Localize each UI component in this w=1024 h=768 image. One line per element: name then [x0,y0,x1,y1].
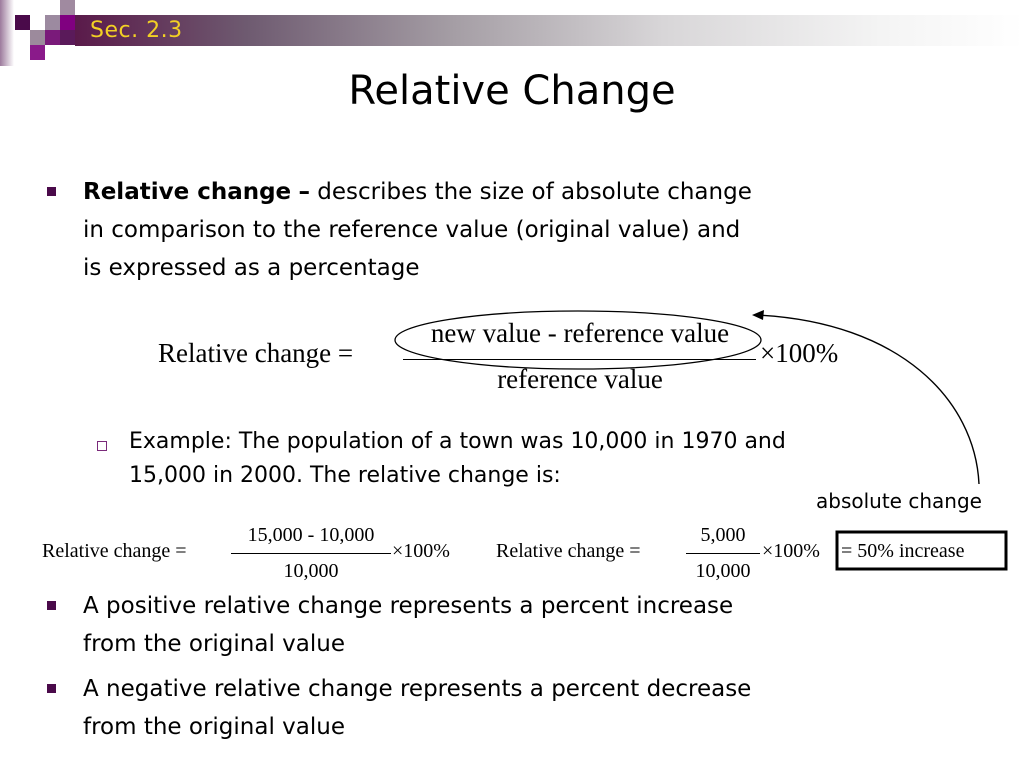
example-paragraph: Example: The population of a town was 10… [129,425,949,493]
bullet-paragraph-negative: A negative relative change represents a … [83,670,983,746]
bullet-paragraph-positive: A positive relative change represents a … [83,587,983,663]
bullet-line: A negative relative change represents a … [83,676,752,702]
step2-denominator: 10,000 [695,560,751,582]
step2-multiplier: ×100% [762,540,820,562]
bullet-square-icon [47,601,56,610]
bullet-line: from the original value [83,714,345,740]
arrow-head-icon [752,310,764,320]
sub-bullet-square-icon [97,441,107,451]
example-line: Example: The population of a town was 10… [129,429,786,454]
bullet-line: from the original value [83,631,345,657]
step2-result: = 50% increase [841,540,965,562]
example-line: 15,000 in 2000. The relative change is: [129,463,561,488]
step1-denominator: 10,000 [283,560,339,582]
step2-lhs: Relative change = [496,540,641,562]
step2-fraction-bar [686,553,760,554]
numerator-highlight-ellipse [394,310,762,370]
bullet-square-icon [47,684,56,693]
step1-multiplier: ×100% [392,540,450,562]
step1-numerator: 15,000 - 10,000 [247,524,375,546]
step1-lhs: Relative change = [42,540,187,562]
bullet-line: A positive relative change represents a … [83,593,734,619]
step1-fraction-bar [231,553,391,554]
step2-numerator: 5,000 [700,524,746,546]
